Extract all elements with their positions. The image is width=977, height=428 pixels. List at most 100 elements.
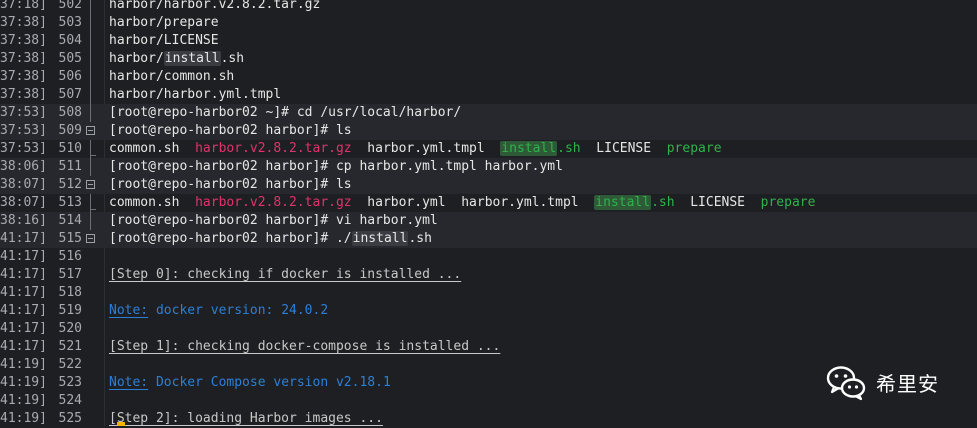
text-segment: prepare <box>760 195 816 210</box>
timestamp: 37:53] <box>0 123 44 138</box>
timestamp: 38:07] <box>0 177 44 192</box>
text-segment: harbor/LICENSE <box>109 33 219 48</box>
terminal-line: 37:38] 505 harbor/install.sh <box>0 50 977 68</box>
line-text: harbor/LICENSE <box>109 32 219 50</box>
timestamp: 37:38] <box>0 69 44 84</box>
fold-guide <box>90 86 91 104</box>
text-segment: common.sh <box>109 195 196 210</box>
fold-toggle-icon[interactable] <box>86 234 95 243</box>
timestamp: 41:19] <box>0 393 44 408</box>
text-segment: Note: <box>109 375 149 390</box>
line-number: 508 <box>58 105 82 120</box>
terminal-line: 37:53] 509 [root@repo-harbor02 harbor]# ls <box>0 122 977 140</box>
text-segment: harbor/harbor.yml.tmpl <box>109 87 282 102</box>
fold-guide <box>90 158 91 176</box>
line-text: Note: Docker Compose version v2.18.1 <box>109 374 391 392</box>
text-segment: .sh <box>408 231 432 246</box>
watermark-text: 希里安 <box>876 371 939 396</box>
line-number: 509 <box>58 123 82 138</box>
timestamp: 37:38] <box>0 87 44 102</box>
wechat-icon <box>826 366 866 401</box>
timestamp: 41:17] <box>0 339 44 354</box>
timestamp: 41:19] <box>0 357 44 372</box>
line-text: [Step 1]: checking docker-compose is ins… <box>109 338 500 356</box>
text-segment: [Step 1]: checking docker-compose is ins… <box>109 339 501 354</box>
fold-guide <box>90 0 91 14</box>
timestamp: 41:17] <box>0 303 44 318</box>
timestamp: 37:38] <box>0 15 44 30</box>
text-segment: LICENSE <box>580 141 667 156</box>
line-number: 505 <box>58 51 82 66</box>
terminal-cursor <box>117 422 125 426</box>
line-number: 510 <box>58 141 82 156</box>
line-number: 503 <box>58 15 82 30</box>
text-segment: harbor/harbor.v2.8.2.tar.gz <box>109 0 321 12</box>
fold-toggle-icon[interactable] <box>86 180 95 189</box>
timestamp: 41:17] <box>0 267 44 282</box>
text-segment: .sh <box>220 51 245 66</box>
line-text: common.sh harbor.v2.8.2.tar.gz harbor.ym… <box>109 194 815 212</box>
text-segment: [root@repo-harbor02 harbor]# ls <box>109 123 352 138</box>
line-text: harbor/install.sh <box>109 50 244 68</box>
line-text: [Step 0]: checking if docker is installe… <box>109 266 461 284</box>
fold-guide <box>90 50 91 68</box>
terminal-line: 38:07] 512 [root@repo-harbor02 harbor]# ls <box>0 176 977 194</box>
line-number: 513 <box>58 195 82 210</box>
terminal-line: 37:38] 503 harbor/prepare <box>0 14 977 32</box>
terminal-line: 41:17] 517 [Step 0]: checking if docker is… <box>0 266 977 284</box>
text-segment: harbor.yml.tmpl <box>351 141 501 156</box>
line-number: 522 <box>58 357 82 372</box>
line-number: 520 <box>58 321 82 336</box>
terminal-line: 41:17] 518 <box>0 284 977 302</box>
text-segment: harbor.v2.8.2.tar.gz <box>195 195 352 210</box>
fold-guide <box>90 212 91 230</box>
terminal-line: 41:17] 520 <box>0 320 977 338</box>
line-number: 512 <box>58 177 82 192</box>
terminal-line: 41:19] 525 [Step 2]: loading Harbor images… <box>0 410 977 428</box>
text-segment: common.sh <box>109 141 196 156</box>
line-text: [Step 2]: loading Harbor images ... <box>109 410 383 428</box>
text-segment: [root@repo-harbor02 ~]# cd /usr/local/ha… <box>109 105 462 120</box>
line-text: [root@repo-harbor02 harbor]# ls <box>109 122 352 140</box>
text-segment: install <box>500 141 558 156</box>
line-number: 507 <box>58 87 82 102</box>
timestamp: 38:06] <box>0 159 44 174</box>
text-segment: [Step 2]: loading Harbor images ... <box>109 411 383 426</box>
text-segment: harbor.v2.8.2.tar.gz <box>195 141 352 156</box>
line-text: [root@repo-harbor02 harbor]# cp harbor.y… <box>109 158 563 176</box>
timestamp: 38:07] <box>0 195 44 210</box>
line-number: 523 <box>58 375 82 390</box>
terminal-line: 37:38] 507 harbor/harbor.yml.tmpl <box>0 86 977 104</box>
text-segment: harbor.yml harbor.yml.tmpl <box>351 195 595 210</box>
text-segment: docker version: 24.0.2 <box>148 303 329 318</box>
fold-guide <box>90 32 91 50</box>
line-text: harbor/harbor.yml.tmpl <box>109 86 281 104</box>
timestamp: 37:53] <box>0 141 44 156</box>
timestamp: 37:18] <box>0 0 44 12</box>
terminal-line: 41:17] 515 [root@repo-harbor02 harbor]# ./… <box>0 230 977 248</box>
text-segment: harbor/common.sh <box>109 69 235 84</box>
fold-guide <box>90 68 91 86</box>
text-segment: harbor/prepare <box>109 15 219 30</box>
timestamp: 41:17] <box>0 231 44 246</box>
fold-guide <box>90 14 91 32</box>
fold-guide <box>90 194 96 212</box>
line-text: [root@repo-harbor02 harbor]# ./install.s… <box>109 230 432 248</box>
terminal-line: 38:16] 514 [root@repo-harbor02 harbor]# vi… <box>0 212 977 230</box>
terminal-line: 41:17] 516 <box>0 248 977 266</box>
line-text: [root@repo-harbor02 ~]# cd /usr/local/ha… <box>109 104 461 122</box>
timestamp: 37:53] <box>0 105 44 120</box>
line-text: [root@repo-harbor02 harbor]# ls <box>109 176 352 194</box>
line-number: 521 <box>58 339 82 354</box>
text-segment: install <box>594 195 652 210</box>
text-segment: .sh <box>557 141 581 156</box>
line-text: common.sh harbor.v2.8.2.tar.gz harbor.ym… <box>109 140 722 158</box>
line-number: 514 <box>58 213 82 228</box>
text-segment: [Step 0]: checking if docker is installe… <box>109 267 462 282</box>
fold-toggle-icon[interactable] <box>86 126 95 135</box>
line-number: 504 <box>58 33 82 48</box>
fold-guide <box>90 140 96 158</box>
line-number: 525 <box>58 411 82 426</box>
timestamp: 41:19] <box>0 411 44 426</box>
line-number: 518 <box>58 285 82 300</box>
